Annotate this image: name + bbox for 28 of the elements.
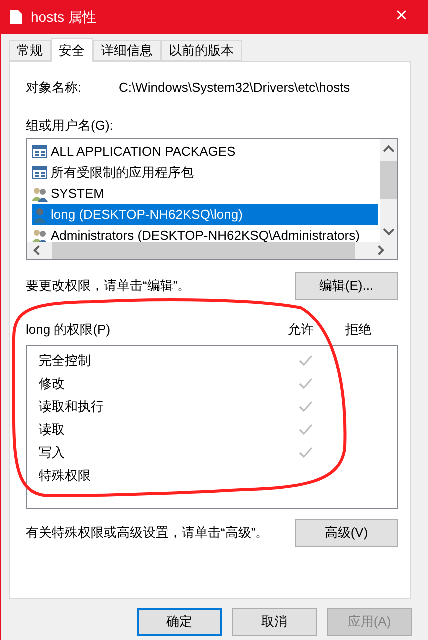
tab[interactable]: 详细信息 [93,40,161,61]
tab[interactable]: 常规 [9,40,51,61]
dialog-button[interactable]: 确定 [137,608,222,636]
list-item[interactable]: ALL APPLICATION PACKAGES [32,141,378,162]
list-item[interactable]: SYSTEM [32,183,378,204]
permission-name: 读取和执行 [39,398,105,416]
column-header: 拒绝 [344,321,372,339]
dialog-button[interactable]: 编辑(E)... [295,272,398,300]
permission-name: 写入 [39,444,66,462]
permissions-label: long 的权限(P) [26,321,112,339]
list-item[interactable]: 所有受限制的应用程序包 [32,162,378,183]
permission-name: 修改 [39,375,66,394]
dialog-button[interactable]: 高级(V) [295,518,398,546]
advanced-hint: 有关特殊权限或高级设置，请单击“高级”。 [26,524,269,542]
object-path: C:\Windows\System32\Drivers\etc\hosts [119,79,350,97]
window-title: hosts 属性 [31,8,96,26]
field-label: 组或用户名(G): [26,116,114,135]
tab[interactable]: 安全 [51,38,93,62]
list-item[interactable]: long (DESKTOP-NH62KSQ\long) [32,204,378,225]
edit-hint: 要更改权限，请单击“编辑”。 [26,277,191,296]
permission-name: 特殊权限 [39,467,92,486]
column-header: 允许 [287,321,315,339]
permission-name: 读取 [39,421,66,440]
tab[interactable]: 以前的版本 [161,40,242,61]
dialog-button[interactable]: 取消 [232,608,317,636]
permission-name: 完全控制 [39,352,92,370]
field-label: 对象名称: [26,79,83,97]
close-button[interactable]: ✕ [395,5,408,29]
